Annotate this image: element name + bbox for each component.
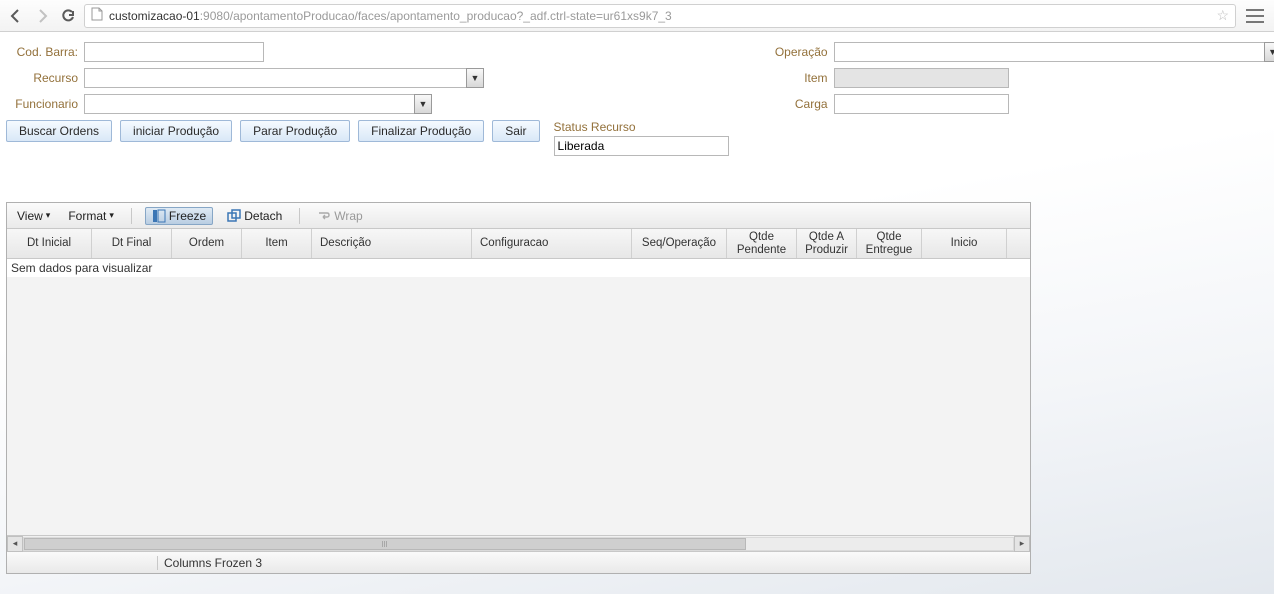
funcionario-label: Funcionario xyxy=(6,97,84,111)
cod-barra-input[interactable] xyxy=(84,42,264,62)
hamburger-menu-icon[interactable] xyxy=(1246,9,1264,23)
panel-footer: Columns Frozen 3 xyxy=(7,551,1030,573)
buscar-ordens-button[interactable]: Buscar Ordens xyxy=(6,120,112,142)
forward-button[interactable] xyxy=(32,6,52,26)
table-toolbar: View▾ Format▾ Freeze Detach xyxy=(7,203,1030,229)
scroll-track[interactable] xyxy=(23,537,1014,551)
col-spacer xyxy=(1007,229,1030,258)
freeze-icon xyxy=(152,209,166,223)
page-icon xyxy=(91,7,103,24)
wrap-icon xyxy=(317,209,331,223)
recurso-dropdown-button[interactable]: ▼ xyxy=(466,68,484,88)
url-bar[interactable]: customizacao-01:9080/apontamentoProducao… xyxy=(84,4,1236,28)
col-dt-inicial[interactable]: Dt Inicial xyxy=(7,229,92,258)
horizontal-scrollbar[interactable]: ◂ ▸ xyxy=(7,535,1030,551)
col-dt-final[interactable]: Dt Final xyxy=(92,229,172,258)
status-recurso-label: Status Recurso xyxy=(554,120,729,134)
browser-toolbar: customizacao-01:9080/apontamentoProducao… xyxy=(0,0,1274,32)
table-body: Sem dados para visualizar xyxy=(7,259,1030,535)
parar-producao-button[interactable]: Parar Produção xyxy=(240,120,350,142)
reload-button[interactable] xyxy=(58,6,78,26)
funcionario-input[interactable] xyxy=(84,94,414,114)
carga-input[interactable] xyxy=(834,94,1009,114)
scroll-right-button[interactable]: ▸ xyxy=(1014,536,1030,552)
back-button[interactable] xyxy=(6,6,26,26)
scroll-thumb[interactable] xyxy=(24,538,746,550)
sair-button[interactable]: Sair xyxy=(492,120,539,142)
col-ordem[interactable]: Ordem xyxy=(172,229,242,258)
col-configuracao[interactable]: Configuracao xyxy=(472,229,632,258)
format-menu[interactable]: Format▾ xyxy=(64,207,118,225)
cod-barra-label: Cod. Barra: xyxy=(6,45,84,59)
detach-button[interactable]: Detach xyxy=(223,207,286,225)
status-recurso-input[interactable] xyxy=(554,136,729,156)
iniciar-producao-button[interactable]: iniciar Produção xyxy=(120,120,232,142)
detach-icon xyxy=(227,209,241,223)
col-qtde-a-produzir[interactable]: Qtde A Produzir xyxy=(797,229,857,258)
no-data-message: Sem dados para visualizar xyxy=(7,259,1030,277)
operacao-label: Operação xyxy=(754,45,834,59)
col-item[interactable]: Item xyxy=(242,229,312,258)
col-qtde-entregue[interactable]: Qtde Entregue xyxy=(857,229,922,258)
col-qtde-pendente[interactable]: Qtde Pendente xyxy=(727,229,797,258)
bookmark-star-icon[interactable]: ☆ xyxy=(1216,7,1229,24)
columns-frozen-label: Columns Frozen xyxy=(164,556,252,570)
recurso-label: Recurso xyxy=(6,71,84,85)
wrap-button: Wrap xyxy=(313,207,366,225)
orders-panel: View▾ Format▾ Freeze Detach xyxy=(6,202,1031,574)
carga-label: Carga xyxy=(754,97,834,111)
operacao-dropdown-button[interactable]: ▼ xyxy=(1264,42,1274,62)
recurso-input[interactable] xyxy=(84,68,466,88)
operacao-input[interactable] xyxy=(834,42,1264,62)
col-descricao[interactable]: Descrição xyxy=(312,229,472,258)
columns-frozen-count: 3 xyxy=(255,556,262,570)
finalizar-producao-button[interactable]: Finalizar Produção xyxy=(358,120,484,142)
col-seq-operacao[interactable]: Seq/Operação xyxy=(632,229,727,258)
table-header: Dt Inicial Dt Final Ordem Item Descrição… xyxy=(7,229,1030,259)
url-text: customizacao-01:9080/apontamentoProducao… xyxy=(109,9,1210,23)
item-label: Item xyxy=(754,71,834,85)
funcionario-dropdown-button[interactable]: ▼ xyxy=(414,94,432,114)
view-menu[interactable]: View▾ xyxy=(13,207,54,225)
item-input xyxy=(834,68,1009,88)
col-inicio[interactable]: Inicio xyxy=(922,229,1007,258)
scroll-left-button[interactable]: ◂ xyxy=(7,536,23,552)
freeze-button[interactable]: Freeze xyxy=(145,207,213,225)
